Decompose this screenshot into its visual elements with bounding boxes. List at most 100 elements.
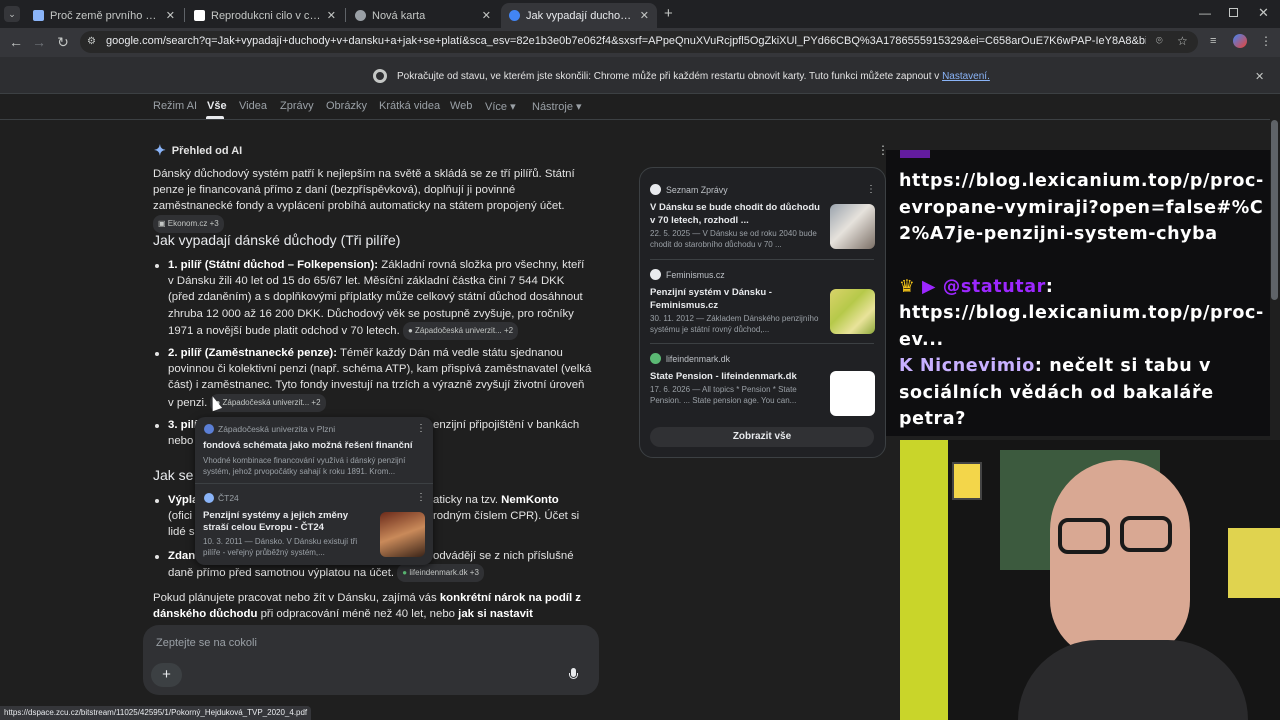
source-divider: [650, 259, 874, 260]
forward-button[interactable]: →: [29, 33, 49, 51]
ai-heading-payout: Jak se: [153, 467, 193, 483]
citation-chip-label: Západočeská univerzit... +2: [222, 397, 321, 407]
source-2-snippet: 30. 11. 2012 — Základem Dánského penzijn…: [650, 314, 819, 334]
bullet-dot: [155, 264, 159, 268]
minimize-button[interactable]: —: [1199, 6, 1211, 20]
source-1-title[interactable]: V Dánsku se bude chodit do důchodu v 70 …: [650, 202, 820, 227]
stream-chat-overlay: https://blog.lexicanium.top/p/proc-evrop…: [886, 150, 1270, 436]
url-text[interactable]: google.com/search?q=Jak+vypadají+duchody…: [106, 35, 1146, 47]
tab-more[interactable]: Více ▾: [485, 100, 516, 113]
tab-short-videos[interactable]: Krátká videa: [379, 100, 440, 112]
source-3-title[interactable]: State Pension - lifeindenmark.dk: [650, 371, 820, 384]
payout-item-end-line2: rodným číslem CPR). Účet si: [433, 510, 580, 522]
link-status-bar: https://dspace.zcu.cz/bitstream/11025/42…: [0, 706, 312, 720]
source-divider: [650, 343, 874, 344]
infobar-text: Pokračujte od stavu, ve kterém jste skon…: [397, 71, 940, 82]
source-1-thumbnail[interactable]: [830, 204, 875, 249]
browser-menu-icon[interactable]: ⋮: [1260, 34, 1272, 48]
bookmark-star-icon[interactable]: ☆: [1177, 34, 1188, 48]
zcu-logo-icon: [204, 424, 214, 434]
webcam-shirt: [1018, 640, 1248, 720]
microphone-icon[interactable]: [569, 668, 578, 682]
tab-search-button[interactable]: ⌄: [4, 6, 20, 22]
tab-title: Reprodukcni cilo v cr deti - Hle: [211, 9, 321, 22]
citation-chip[interactable]: ● Západočeská univerzit... +2: [210, 393, 326, 412]
site-info-icon[interactable]: ⚙: [87, 36, 96, 47]
profile-avatar[interactable]: [1233, 34, 1247, 48]
tab-close-icon[interactable]: ✕: [327, 9, 336, 22]
tab-news[interactable]: Zprávy: [280, 100, 314, 112]
tab-divider: [184, 8, 185, 22]
source-3-snippet: 17. 6. 2026 — All topics * Pension * Sta…: [650, 385, 797, 405]
source-3-thumbnail[interactable]: [830, 371, 875, 416]
popup-title-2[interactable]: Penzijní systémy a jejich změny straší c…: [203, 510, 375, 534]
tab-reprodukcni[interactable]: Reprodukcni cilo v cr deti - Hle ✕: [186, 3, 344, 28]
show-all-sources-button[interactable]: Zobrazit vše: [650, 427, 874, 447]
tax-item-line2-text: daně přímo před samotnou výplatou na úče…: [168, 567, 395, 579]
page-scrollbar[interactable]: [1271, 120, 1278, 300]
citation-chip-label: Ekonom.cz +3: [167, 218, 219, 228]
tab-favicon-icon: [194, 10, 205, 21]
source-menu-icon[interactable]: ⋮: [866, 184, 876, 195]
google-favicon-icon: [509, 10, 520, 21]
tab-videos[interactable]: Videa: [239, 100, 267, 112]
tab-close-icon[interactable]: ✕: [640, 9, 649, 22]
popup-source-name: Západočeská univerzita v Plzni: [218, 424, 336, 434]
infobar-close-icon[interactable]: ✕: [1255, 70, 1264, 83]
popup-title-1[interactable]: fondová schémata jako možná řešení finan…: [203, 440, 413, 452]
ai-heading-text: Jak vypadají dánské důchody (Tři pilíře): [153, 232, 401, 248]
restore-button[interactable]: [1229, 8, 1238, 17]
tab-close-icon[interactable]: ✕: [166, 9, 175, 22]
tax-item-end: odvádějí se z nich příslušné: [433, 550, 574, 562]
source-2-thumbnail[interactable]: [830, 289, 875, 334]
tab-proc-zeme[interactable]: Proč země prvního světa vymíra ✕: [25, 3, 183, 28]
ai-overview-header: ✦ Přehled od AI: [154, 142, 242, 159]
popup-item-menu-icon[interactable]: ⋮: [416, 492, 426, 503]
bullet-dot: [155, 499, 159, 503]
payout-item-start: Výpla: [168, 492, 198, 508]
lifeindenmark-logo-icon: [650, 353, 661, 364]
media-control-icon[interactable]: ≡: [1210, 35, 1216, 47]
source-2-title[interactable]: Penzijní systém v Dánsku - Feminismus.cz: [650, 287, 820, 312]
popup-snippet-2: 10. 3. 2011 — Dánsko. V Dánsku existují …: [203, 537, 358, 557]
tab-all[interactable]: Vše: [207, 100, 227, 112]
citation-chip[interactable]: ● Západočeská univerzit... +2: [402, 321, 519, 341]
popup-item-menu-icon[interactable]: ⋮: [416, 423, 426, 434]
tax-item-line2: daně přímo před samotnou výplatou na úče…: [168, 564, 484, 583]
ask-ai-box[interactable]: [143, 625, 599, 695]
webcam-glasses-left: [1058, 518, 1110, 554]
tab-divider: [345, 8, 346, 22]
webcam-feed: [900, 440, 1280, 720]
ct24-logo-icon: [204, 493, 214, 503]
tab-web[interactable]: Web: [450, 100, 472, 112]
webcam-bg-yellow: [900, 440, 948, 720]
tab-nova-karta[interactable]: Nová karta ✕: [347, 3, 499, 28]
tab-images[interactable]: Obrázky: [326, 100, 367, 112]
tab-ai-mode[interactable]: Režim AI: [153, 100, 197, 112]
tab-title: Proč země prvního světa vymíra: [50, 9, 160, 22]
pillar-3-end: enzijní připojištění v bankách: [433, 419, 580, 431]
citation-chip[interactable]: ● lifeindenmark.dk +3: [397, 564, 484, 583]
tab-close-icon[interactable]: ✕: [482, 9, 491, 22]
chat-username: @statutar: [942, 277, 1046, 297]
new-tab-button[interactable]: +: [664, 5, 673, 22]
tax-item-start: Zdan: [168, 548, 195, 564]
source-3-name: lifeindenmark.dk: [650, 353, 730, 364]
tab-jak-vypadaji[interactable]: Jak vypadají duchody v dansku ✕: [501, 3, 657, 28]
citation-chip[interactable]: ▣ Ekonom.cz +3: [153, 214, 224, 233]
infobar-settings-link[interactable]: Nastavení.: [942, 71, 990, 82]
source-1-name: Seznam Zprávy: [650, 184, 728, 195]
bullet-dot: [155, 555, 159, 559]
add-attachment-button[interactable]: +: [151, 663, 182, 687]
tab-tools[interactable]: Nástroje ▾: [532, 100, 582, 113]
citation-chip-label: lifeindenmark.dk +3: [409, 568, 479, 577]
back-button[interactable]: ←: [6, 33, 26, 51]
close-window-button[interactable]: ✕: [1258, 5, 1269, 21]
chat-message-nicnevimio: K Nicnevimio: nečelt si tabu v sociálníc…: [899, 356, 1214, 429]
payout-item-title-fragment: Výpla: [168, 494, 199, 506]
ask-input-placeholder[interactable]: Zeptejte se na cokoli: [156, 637, 257, 649]
pillar-2-item: 2. pilíř (Zaměstnanecké penze): Téměř ka…: [168, 345, 593, 412]
popup-source-1: Západočeská univerzita v Plzni: [204, 424, 335, 434]
location-icon[interactable]: ⌾: [1156, 35, 1163, 48]
reload-button[interactable]: ↻: [53, 33, 73, 51]
